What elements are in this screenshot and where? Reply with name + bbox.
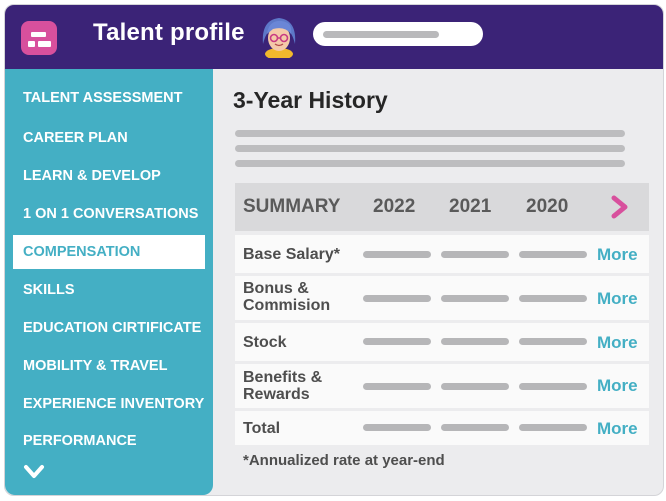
table-row: Total More xyxy=(235,411,649,445)
summary-header: SUMMARY 2022 2021 2020 xyxy=(235,183,649,231)
text-placeholder-line xyxy=(235,160,625,167)
value-placeholder xyxy=(441,383,509,390)
text-placeholder-line xyxy=(235,130,625,137)
sidebar-item-learn-develop[interactable]: LEARN & DEVELOP xyxy=(13,159,205,193)
search-placeholder xyxy=(323,31,439,38)
value-placeholder xyxy=(519,424,587,431)
value-placeholder xyxy=(519,295,587,302)
value-placeholder xyxy=(441,251,509,258)
sidebar-item-talent-assessment[interactable]: TALENT ASSESSMENT xyxy=(13,81,205,115)
table-row: Stock More xyxy=(235,323,649,361)
section-title: 3-Year History xyxy=(233,87,388,113)
user-avatar-icon[interactable] xyxy=(259,14,299,58)
sidebar-item-skills[interactable]: SKILLS xyxy=(13,273,205,307)
value-placeholder xyxy=(363,383,431,390)
value-placeholder xyxy=(441,424,509,431)
value-placeholder xyxy=(519,383,587,390)
sidebar-item-performance[interactable]: PERFORMANCE xyxy=(13,424,205,458)
app-logo-icon[interactable] xyxy=(21,21,57,55)
sidebar-item-1on1[interactable]: 1 ON 1 CONVERSATIONS xyxy=(13,197,205,231)
main-content: 3-Year History SUMMARY 2022 2021 2020 Ba… xyxy=(213,69,663,495)
app-window: Talent profile TALENT ASSESSMENT CAREER … xyxy=(4,4,664,496)
sidebar-item-compensation[interactable]: COMPENSATION xyxy=(13,235,205,269)
table-row: Benefits & Rewards More xyxy=(235,364,649,408)
sidebar-item-education[interactable]: EDUCATION CIRTIFICATE xyxy=(13,311,205,345)
year-2022: 2022 xyxy=(373,196,416,217)
page-title: Talent profile xyxy=(93,19,245,46)
row-label: Total xyxy=(243,420,281,437)
value-placeholder xyxy=(363,338,431,345)
chevron-right-icon[interactable] xyxy=(609,195,631,219)
summary-label: SUMMARY xyxy=(243,196,341,217)
more-link[interactable]: More xyxy=(597,245,638,265)
row-label: Base Salary* xyxy=(243,246,340,263)
footnote: *Annualized rate at year-end xyxy=(243,452,445,469)
value-placeholder xyxy=(363,251,431,258)
value-placeholder xyxy=(519,338,587,345)
value-placeholder xyxy=(441,338,509,345)
row-label: Stock xyxy=(243,334,287,351)
sidebar: TALENT ASSESSMENT CAREER PLAN LEARN & DE… xyxy=(5,69,213,495)
row-label: Bonus & Commision xyxy=(243,280,331,314)
value-placeholder xyxy=(441,295,509,302)
row-label: Benefits & Rewards xyxy=(243,369,323,403)
value-placeholder xyxy=(363,424,431,431)
more-link[interactable]: More xyxy=(597,376,638,396)
value-placeholder xyxy=(519,251,587,258)
more-link[interactable]: More xyxy=(597,333,638,353)
value-placeholder xyxy=(363,295,431,302)
year-2020: 2020 xyxy=(526,196,569,217)
sidebar-item-experience[interactable]: EXPERIENCE INVENTORY xyxy=(13,387,205,421)
year-2021: 2021 xyxy=(449,196,492,217)
chevron-down-icon[interactable] xyxy=(23,464,45,480)
top-header: Talent profile xyxy=(5,5,663,69)
text-placeholder-line xyxy=(235,145,625,152)
table-row: Base Salary* More xyxy=(235,235,649,273)
more-link[interactable]: More xyxy=(597,289,638,309)
sidebar-item-career-plan[interactable]: CAREER PLAN xyxy=(13,121,205,155)
search-input[interactable] xyxy=(313,22,483,46)
sidebar-item-mobility[interactable]: MOBILITY & TRAVEL xyxy=(13,349,205,383)
table-row: Bonus & Commision More xyxy=(235,276,649,320)
more-link[interactable]: More xyxy=(597,419,638,439)
